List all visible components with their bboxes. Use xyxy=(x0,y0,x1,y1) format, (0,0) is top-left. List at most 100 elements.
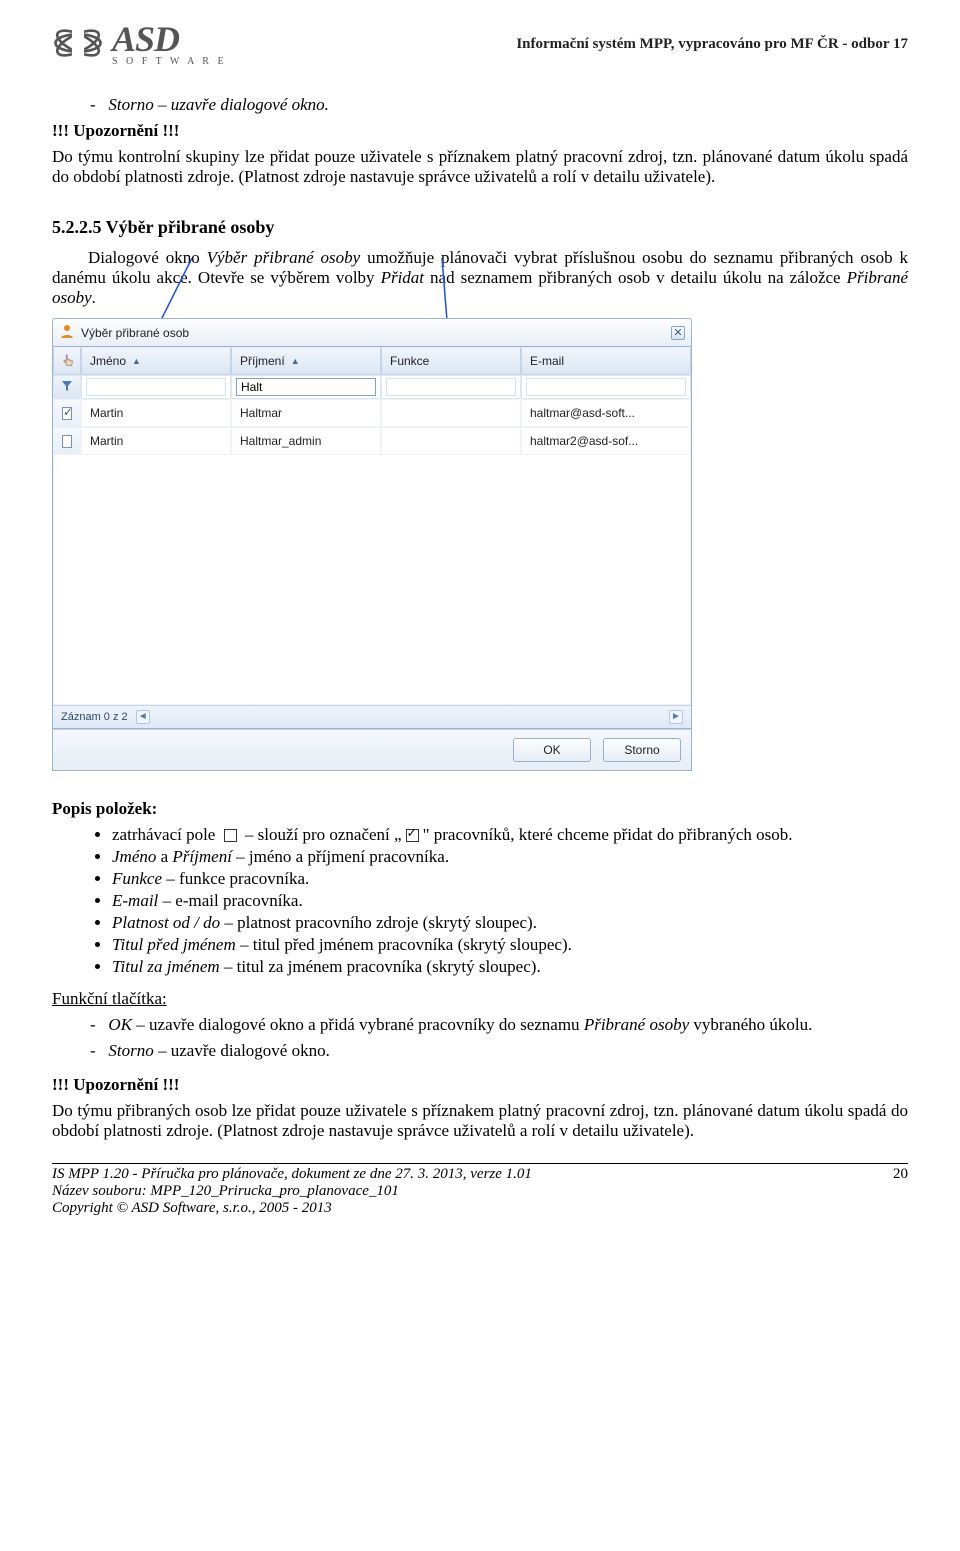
b2-a: a xyxy=(156,847,172,866)
filter-funkce-input[interactable] xyxy=(386,378,516,396)
b2-b: – jméno a příjmení pracovníka. xyxy=(232,847,449,866)
col-funkce-label: Funkce xyxy=(390,354,429,368)
cell-funkce xyxy=(381,399,521,427)
popis-list: zatrhávací pole – slouží pro označení „"… xyxy=(52,825,908,977)
cell-email: haltmar2@asd-sof... xyxy=(521,427,691,455)
cell-prijmeni: Haltmar_admin xyxy=(231,427,381,455)
b1-b: – slouží pro označení „ xyxy=(241,825,402,844)
f1-i2: Přibrané osoby xyxy=(584,1015,689,1034)
row-checkbox[interactable] xyxy=(62,435,72,448)
funk-line: - OK – uzavře dialogové okno a přidá vyb… xyxy=(52,1015,908,1035)
storno-text: Storno – uzavře dialogové okno. xyxy=(108,95,329,114)
sp-t4: . xyxy=(92,288,96,307)
sort-asc-icon: ▲ xyxy=(291,356,300,366)
dialog-figure: Výběr přibrané osob ✕ Jméno▲ Příjmení ▲ F… xyxy=(52,318,908,771)
sp-i1: Výběr přibrané osoby xyxy=(207,248,361,267)
doc-header-right: Informační systém MPP, vypracováno pro M… xyxy=(516,18,908,53)
section-paragraph: Dialogové okno Výběr přibrané osoby umož… xyxy=(52,248,908,308)
b5-b: – platnost pracovního zdroje (skrytý slo… xyxy=(220,913,537,932)
filter-jmeno-input[interactable] xyxy=(86,378,226,396)
list-item: Titul před jménem – titul před jménem pr… xyxy=(112,935,908,955)
close-button[interactable]: ✕ xyxy=(671,326,685,340)
dialog-title: Výběr přibrané osob xyxy=(81,326,189,340)
list-item: Titul za jménem – titul za jménem pracov… xyxy=(112,957,908,977)
scroll-right-icon[interactable]: ► xyxy=(669,710,683,724)
col-prijmeni-label: Příjmení xyxy=(240,354,285,368)
grid: Jméno▲ Příjmení ▲ Funkce E-mail xyxy=(52,346,692,729)
col-prijmeni[interactable]: Příjmení ▲ xyxy=(231,347,381,375)
f1-b: vybraného úkolu. xyxy=(689,1015,812,1034)
section-heading: 5.2.2.5 Výběr přibrané osoby xyxy=(52,217,908,238)
footer-line3: Copyright © ASD Software, s.r.o., 2005 -… xyxy=(52,1200,532,1217)
table-row[interactable]: Martin Haltmar_admin haltmar2@asd-sof... xyxy=(53,427,691,455)
list-item: zatrhávací pole – slouží pro označení „"… xyxy=(112,825,908,845)
b1-c: " pracovníků, které chceme přidat do při… xyxy=(423,825,793,844)
popis-heading: Popis položek: xyxy=(52,799,908,819)
dialog-titlebar: Výběr přibrané osob ✕ xyxy=(52,318,692,346)
table-row[interactable]: Martin Haltmar haltmar@asd-soft... xyxy=(53,399,691,427)
b6-b: – titul před jménem pracovníka (skrytý s… xyxy=(236,935,572,954)
funk-line: - Storno – uzavře dialogové okno. xyxy=(52,1041,908,1061)
row-checkbox[interactable] xyxy=(62,407,72,420)
f1-a: – uzavře dialogové okno a přidá vybrané … xyxy=(132,1015,584,1034)
record-status: Záznam 0 z 2 xyxy=(61,711,128,723)
footer-separator xyxy=(52,1163,908,1164)
warning2-label: !!! Upozornění !!! xyxy=(52,1075,908,1095)
f1-i: OK xyxy=(108,1015,132,1034)
b3-i: Funkce xyxy=(112,869,162,888)
footer-line2: Název souboru: MPP_120_Prirucka_pro_plan… xyxy=(52,1183,532,1200)
funk-heading: Funkční tlačítka: xyxy=(52,989,908,1009)
dialog-button-row: OK Storno xyxy=(52,729,692,771)
list-item: Funkce – funkce pracovníka. xyxy=(112,869,908,889)
col-email[interactable]: E-mail xyxy=(521,347,691,375)
filter-email-input[interactable] xyxy=(526,378,686,396)
checkbox-checked-icon xyxy=(406,829,419,842)
page-header: ASD S O F T W A R E Informační systém MP… xyxy=(52,18,908,67)
filter-prijmeni-input[interactable] xyxy=(236,378,376,396)
sp-t3: nad seznamem přibraných osob v detailu ú… xyxy=(424,268,847,287)
cell-funkce xyxy=(381,427,521,455)
storno-button[interactable]: Storno xyxy=(603,738,681,762)
grid-empty-area xyxy=(53,455,691,705)
cell-prijmeni: Haltmar xyxy=(231,399,381,427)
warning-label: !!! Upozornění !!! xyxy=(52,121,908,141)
grid-footer: Záznam 0 z 2 ◄ ► xyxy=(53,705,691,728)
grid-header: Jméno▲ Příjmení ▲ Funkce E-mail xyxy=(53,347,691,375)
ok-button[interactable]: OK xyxy=(513,738,591,762)
filter-icon-cell[interactable] xyxy=(53,375,81,399)
cell-jmeno: Martin xyxy=(81,427,231,455)
logo-icon xyxy=(52,22,104,64)
b7-b: – titul za jménem pracovníka (skrytý slo… xyxy=(220,957,541,976)
scroll-left-icon[interactable]: ◄ xyxy=(136,710,150,724)
warning2-text: Do týmu přibraných osob lze přidat pouze… xyxy=(52,1101,908,1141)
sp-t1: Dialogové okno xyxy=(88,248,207,267)
b7-i: Titul za jménem xyxy=(112,957,220,976)
logo-title: ASD xyxy=(112,18,227,60)
col-jmeno[interactable]: Jméno▲ xyxy=(81,347,231,375)
b4-b: – e-mail pracovníka. xyxy=(158,891,302,910)
b6-i: Titul před jménem xyxy=(112,935,236,954)
b5-i: Platnost od / do xyxy=(112,913,220,932)
storno-desc: - Storno – uzavře dialogové okno. xyxy=(52,95,908,115)
page-number: 20 xyxy=(893,1166,908,1217)
b2-i2: Příjmení xyxy=(172,847,232,866)
pointer-icon xyxy=(62,354,76,368)
b4-i: E-mail xyxy=(112,891,158,910)
b3-b: – funkce pracovníka. xyxy=(162,869,309,888)
col-email-label: E-mail xyxy=(530,354,564,368)
col-funkce[interactable]: Funkce xyxy=(381,347,521,375)
funnel-icon xyxy=(61,380,73,395)
warning-text: Do týmu kontrolní skupiny lze přidat pou… xyxy=(52,147,908,187)
footer-line1: IS MPP 1.20 - Příručka pro plánovače, do… xyxy=(52,1166,532,1183)
logo: ASD S O F T W A R E xyxy=(52,18,227,67)
checkbox-empty-icon xyxy=(224,829,237,842)
dialog-window: Výběr přibrané osob ✕ Jméno▲ Příjmení ▲ F… xyxy=(52,318,692,771)
list-item: E-mail – e-mail pracovníka. xyxy=(112,891,908,911)
col-checkbox-header[interactable] xyxy=(53,347,81,375)
f2-i: Storno xyxy=(108,1041,153,1060)
list-item: Jméno a Příjmení – jméno a příjmení prac… xyxy=(112,847,908,867)
sp-i2: Přidat xyxy=(381,268,424,287)
person-icon xyxy=(59,323,75,342)
list-item: Platnost od / do – platnost pracovního z… xyxy=(112,913,908,933)
cell-jmeno: Martin xyxy=(81,399,231,427)
